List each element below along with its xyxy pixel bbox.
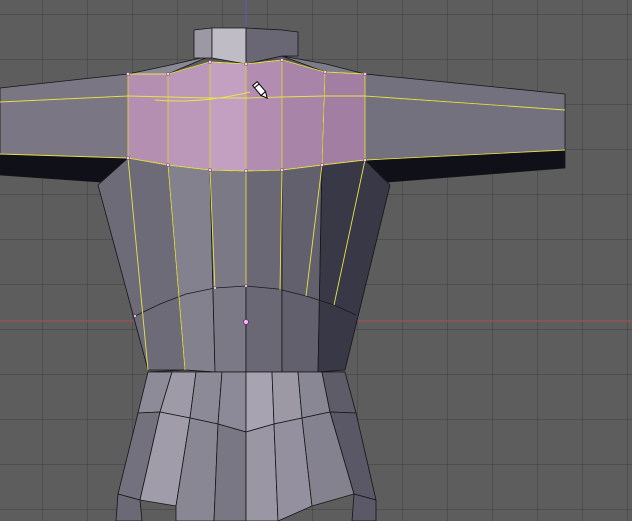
torso-strip-2[interactable] xyxy=(209,169,247,373)
leg-left-inner[interactable] xyxy=(213,423,247,521)
hip-right-1[interactable] xyxy=(271,371,303,425)
selected-face-5[interactable] xyxy=(281,59,326,171)
3d-viewport[interactable] xyxy=(0,0,632,521)
selected-face-6[interactable] xyxy=(321,71,366,166)
selected-face-2[interactable] xyxy=(167,61,211,171)
right-arm-face[interactable] xyxy=(364,73,566,161)
center-point-marker xyxy=(243,319,249,325)
selected-face-3[interactable] xyxy=(209,61,247,172)
leg-right-inner[interactable] xyxy=(245,423,279,521)
selected-face-1[interactable] xyxy=(127,73,169,166)
viewport-scene[interactable] xyxy=(0,0,632,521)
torso-side-right[interactable] xyxy=(317,159,391,373)
hip-left-2[interactable] xyxy=(189,371,223,425)
left-arm-face[interactable] xyxy=(0,73,129,159)
hip-center-right[interactable] xyxy=(245,371,275,433)
hip-center-left[interactable] xyxy=(217,371,247,433)
selected-face-4[interactable] xyxy=(245,59,283,172)
neck-left[interactable] xyxy=(193,27,213,59)
mesh-torso[interactable] xyxy=(0,27,566,521)
torso-strip-4[interactable] xyxy=(281,164,323,373)
torso-strip-3[interactable] xyxy=(245,169,283,373)
neck-front[interactable] xyxy=(211,27,247,65)
